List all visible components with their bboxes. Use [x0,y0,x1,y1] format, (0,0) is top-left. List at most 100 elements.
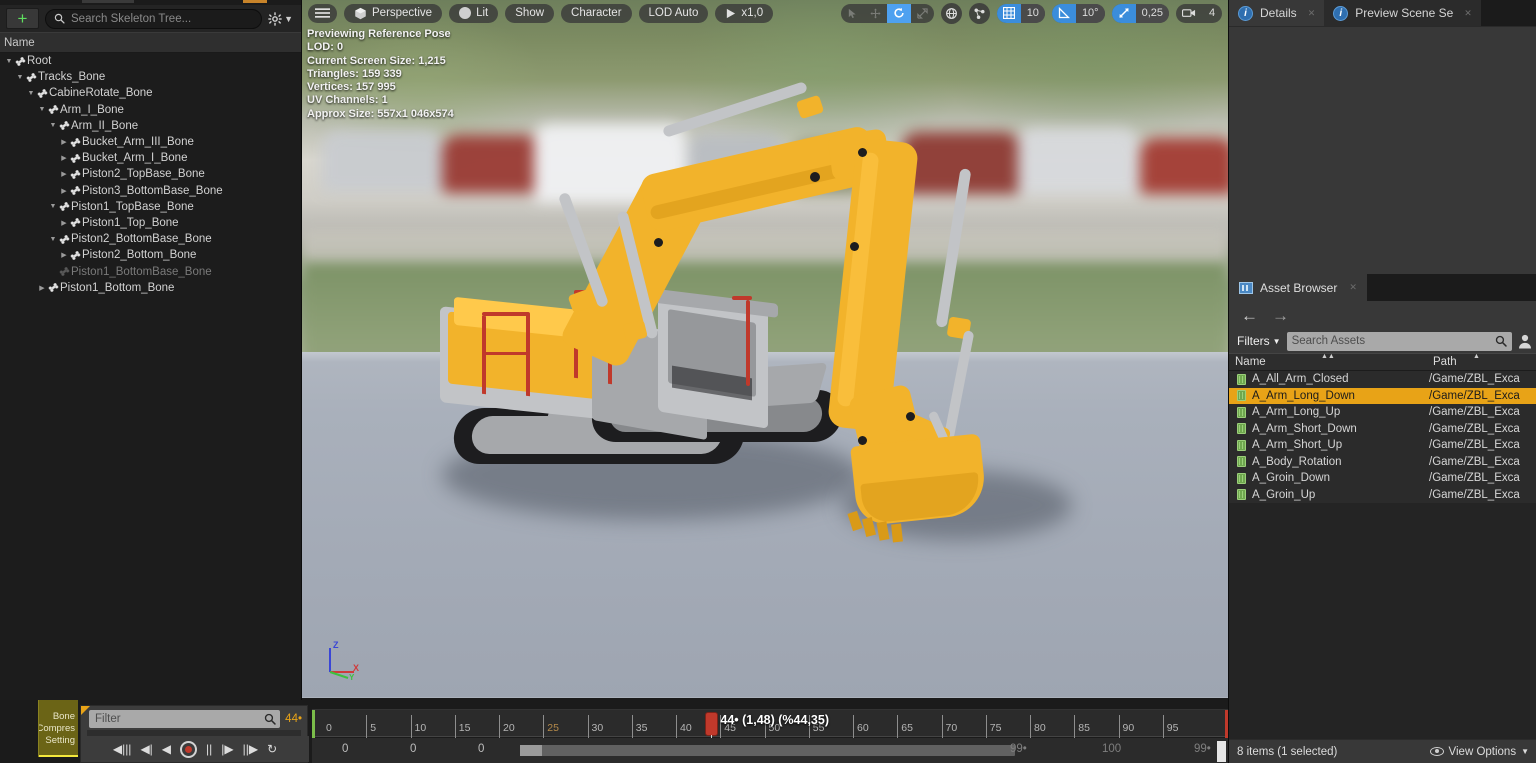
asset-list[interactable]: A_All_Arm_Closed/Game/ZBL_Exca A_Arm_Long… [1229,371,1536,503]
chevron-down-icon[interactable]: ▼ [37,106,47,113]
scale-snap-toggle[interactable] [1111,3,1136,23]
close-icon[interactable]: ✕ [1464,8,1472,19]
show-menu-button[interactable]: Show [505,3,555,23]
timeline-ruler[interactable]: 0 5 10 15 20 25 30 35 40 45 50 55 60 65 70 75 80 85 90 95 44… [312,709,1228,747]
tree-row[interactable]: ▶ Piston3_BottomBase_Bone [0,183,301,199]
filter-input[interactable]: Filter [89,710,281,728]
scale-snap-group[interactable]: 0,25 [1111,3,1169,23]
character-menu-button[interactable]: Character [561,3,632,23]
playback-speed-button[interactable]: x1,0 [715,3,774,23]
step-back-icon[interactable]: ◀| [140,742,152,756]
close-icon[interactable]: ✕ [1308,8,1316,19]
tree-row[interactable]: ▶ Bucket_Arm_I_Bone [0,150,301,166]
record-icon[interactable] [180,740,198,758]
select-mode-button[interactable] [841,4,864,23]
track-value[interactable]: 100 [1102,743,1121,755]
vertical-scroll-thumb[interactable] [1217,741,1226,762]
tab-asset-browser[interactable]: Asset Browser ✕ [1229,274,1367,301]
skeleton-bone-list[interactable]: ▼ Root ▼ Tracks_Bone ▼ CabineRotate_Bone ▼ … [0,53,301,700]
chevron-down-icon[interactable]: ▼ [48,122,58,129]
arrow-left-icon[interactable]: ← [1241,307,1258,324]
grid-snap-toggle[interactable] [996,3,1021,23]
person-icon[interactable] [1518,334,1532,349]
track-value[interactable]: 0 [410,743,416,755]
timeline-scrollbar[interactable] [520,745,1015,756]
camera-speed-group[interactable]: 4 [1176,3,1222,23]
camera-speed-toggle[interactable] [1176,4,1202,23]
chevron-right-icon[interactable]: ▶ [59,154,69,162]
close-icon[interactable]: ✕ [1349,282,1357,293]
camera-speed-value[interactable]: 4 [1202,4,1222,23]
transform-mode-group[interactable] [840,3,934,23]
track-value[interactable]: 99• [1010,743,1027,755]
timeline-playhead[interactable] [706,713,718,735]
search-assets-input[interactable]: Search Assets [1286,331,1512,351]
preview-viewport[interactable]: Perspective Lit Show Character LOD Auto … [302,0,1228,698]
grid-snap-value[interactable]: 10 [1020,3,1045,23]
asset-row[interactable]: A_Arm_Short_Down/Game/ZBL_Exca [1229,421,1536,438]
view-options-button[interactable]: View Options ▼ [1429,746,1529,758]
play-reverse-icon[interactable]: ◀ [162,742,171,756]
tree-row[interactable]: ▶ Piston2_Bottom_Bone [0,247,301,263]
column-header-path[interactable]: Path ▲ [1429,353,1536,370]
tab-preview-scene-se[interactable]: i Preview Scene Se ✕ [1324,0,1481,26]
asset-row[interactable]: A_Groin_Up/Game/ZBL_Exca [1229,487,1536,504]
coordinate-system-button[interactable] [940,2,962,24]
arrow-right-icon[interactable]: → [1272,307,1289,324]
asset-row[interactable]: A_Groin_Down/Game/ZBL_Exca [1229,470,1536,487]
details-panel-body[interactable] [1229,26,1536,274]
rotation-snap-group[interactable]: 10° [1051,3,1105,23]
chevron-down-icon[interactable]: ▼ [26,90,36,97]
tree-row[interactable]: ▶ Bucket_Arm_III_Bone [0,134,301,150]
chevron-right-icon[interactable]: ▶ [59,251,69,259]
tab-bone-compression-settings[interactable]: Bone Compres Setting [38,700,78,757]
chevron-right-icon[interactable]: ▶ [59,170,69,178]
timeline-track-row[interactable]: 0 0 0 99• 100 99• [312,738,1228,763]
track-value[interactable]: 0 [342,743,348,755]
column-header-name[interactable]: Name ▲▲ [1229,353,1429,370]
chevron-down-icon[interactable]: ▼ [48,236,58,243]
grid-snap-group[interactable]: 10 [996,3,1045,23]
tree-row[interactable]: ▶ Piston2_TopBase_Bone [0,166,301,182]
lighting-mode-button[interactable]: Lit [449,3,499,23]
chevron-right-icon[interactable]: ▶ [59,187,69,195]
tree-row[interactable]: ▼ Arm_II_Bone [0,118,301,134]
chevron-down-icon[interactable]: ▼ [4,58,14,65]
chevron-right-icon[interactable]: ▶ [37,284,47,292]
step-forward-icon[interactable]: |▶ [221,742,233,756]
scale-snap-value[interactable]: 0,25 [1135,3,1169,23]
animation-timeline[interactable]: 0 5 10 15 20 25 30 35 40 45 50 55 60 65 70 75 80 85 90 95 44… [312,700,1228,763]
rotation-snap-toggle[interactable] [1051,3,1076,23]
tree-row[interactable]: ▶ Piston1_Bottom_Bone [0,280,301,296]
tree-row[interactable]: ▼ Piston1_TopBase_Bone [0,199,301,215]
translate-mode-button[interactable] [864,4,887,23]
asset-row[interactable]: A_Arm_Long_Up/Game/ZBL_Exca [1229,404,1536,421]
tree-row[interactable]: Piston1_BottomBase_Bone [0,263,301,279]
chevron-down-icon[interactable]: ▼ [48,203,58,210]
surface-snap-button[interactable] [968,2,990,24]
tree-row[interactable]: ▼ Root [0,53,301,69]
chevron-right-icon[interactable]: ▶ [59,138,69,146]
track-value[interactable]: 0 [478,743,484,755]
tree-row[interactable]: ▼ Arm_I_Bone [0,102,301,118]
rotation-snap-value[interactable]: 10° [1075,3,1105,23]
search-skeleton-tree-input[interactable]: Search Skeleton Tree... [45,8,263,29]
tree-row[interactable]: ▼ CabineRotate_Bone [0,85,301,101]
chevron-down-icon[interactable]: ▼ [15,74,25,81]
tree-row[interactable]: ▼ Piston2_BottomBase_Bone [0,231,301,247]
rotate-mode-button[interactable] [886,3,911,23]
pause-icon[interactable]: || [206,742,212,756]
loop-icon[interactable]: ↻ [267,742,277,756]
track-value[interactable]: 99• [1194,743,1211,755]
view-mode-button[interactable]: Perspective [344,3,443,23]
tree-row[interactable]: ▶ Piston1_Top_Bone [0,215,301,231]
tab-details[interactable]: i Details ✕ [1229,0,1325,26]
tree-row[interactable]: ▼ Tracks_Bone [0,69,301,85]
asset-row[interactable]: A_All_Arm_Closed/Game/ZBL_Exca [1229,371,1536,388]
chevron-right-icon[interactable]: ▶ [59,219,69,227]
asset-row[interactable]: A_Arm_Short_Up/Game/ZBL_Exca [1229,437,1536,454]
scale-mode-button[interactable] [911,4,934,23]
tree-settings-button[interactable]: ▼ [268,11,295,26]
lod-menu-button[interactable]: LOD Auto [638,3,709,23]
add-button[interactable]: + [6,8,39,29]
